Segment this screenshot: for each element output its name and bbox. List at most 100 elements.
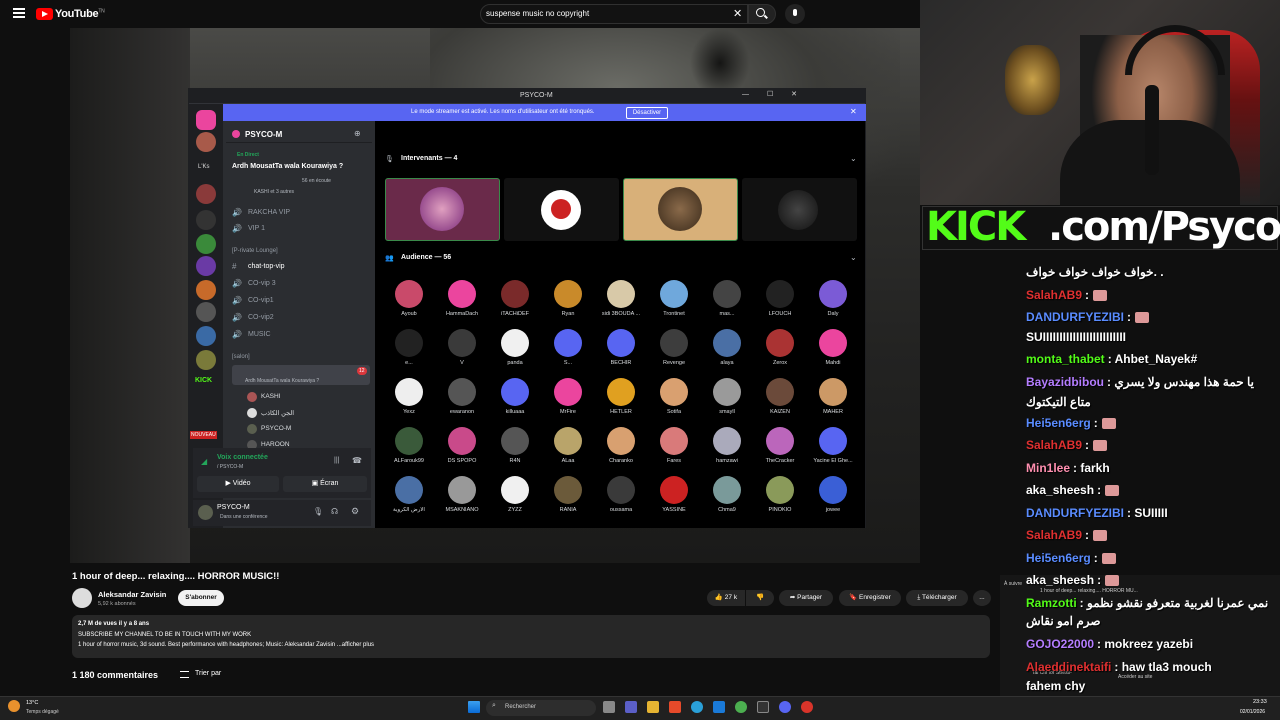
teams-icon[interactable] [625, 701, 637, 713]
audience-member[interactable]: smayll [702, 378, 752, 415]
server-icon-new[interactable]: NOUVEAU [190, 431, 217, 439]
stage-member-name[interactable]: PSYCO-M [261, 425, 291, 432]
channel-item[interactable]: [salon] [232, 354, 250, 360]
audience-member[interactable]: Sotifa [649, 378, 699, 415]
taskbar-search-placeholder[interactable]: Rechercher [505, 704, 536, 710]
mute-icon[interactable]: 🎙 [313, 507, 323, 516]
more-actions-button[interactable]: ... [973, 590, 991, 606]
audience-member[interactable]: panda [490, 329, 540, 366]
server-icon-kick[interactable]: KICK [195, 377, 212, 384]
audience-member[interactable]: ALFarouk99 [384, 427, 434, 464]
server-icon-1[interactable] [196, 132, 216, 152]
dislike-button[interactable]: 👎 [746, 590, 774, 606]
audience-member[interactable]: alaya [702, 329, 752, 366]
audience-member[interactable]: ALaa [543, 427, 593, 464]
audience-member[interactable]: Trontinet [649, 280, 699, 317]
audience-member[interactable]: Yexz [384, 378, 434, 415]
channel-item[interactable]: RAKCHA VIP [248, 209, 290, 216]
clock-time[interactable]: 23:33 [1253, 699, 1267, 705]
audience-member[interactable]: oussama [596, 476, 646, 513]
obs-icon[interactable] [757, 701, 769, 713]
channel-item[interactable]: CO-vip2 [248, 314, 274, 321]
rec-item-title[interactable]: 1 hour of deep... relaxing.... HORROR MU… [1040, 588, 1138, 594]
audience-member[interactable]: DS SPOPO [437, 427, 487, 464]
channel-avatar[interactable] [72, 588, 92, 608]
audience-member[interactable]: PINOKIO [755, 476, 805, 513]
search-input-value[interactable]: suspense music no copyright [486, 9, 589, 18]
app-icon-red[interactable] [801, 701, 813, 713]
audience-member[interactable]: Zerox [755, 329, 805, 366]
save-button[interactable]: 🔖 Enregistrer [839, 590, 901, 606]
audience-member[interactable]: Revenge [649, 329, 699, 366]
voice-connected-label[interactable]: Voix connectée [217, 454, 268, 461]
task-view-icon[interactable] [603, 701, 615, 713]
audience-member[interactable]: R4N [490, 427, 540, 464]
server-icon-2[interactable] [196, 184, 216, 204]
audience-member[interactable]: الأرض الكروية [384, 476, 434, 513]
user-name[interactable]: PSYCO-M [217, 504, 250, 511]
server-icon-3[interactable] [196, 210, 216, 230]
audience-member[interactable]: e... [384, 329, 434, 366]
audience-member[interactable]: HETLER [596, 378, 646, 415]
discord-icon[interactable] [779, 701, 791, 713]
audience-member[interactable]: S... [543, 329, 593, 366]
description-line-2[interactable]: 1 hour of horror music, 3d sound. Best p… [78, 642, 374, 648]
audience-member[interactable]: ewaranon [437, 378, 487, 415]
channel-item[interactable]: MUSIC [248, 331, 271, 338]
channel-item[interactable]: VIP 1 [248, 225, 265, 232]
audience-member[interactable]: BECHIR [596, 329, 646, 366]
window-controls[interactable]: — ☐ ✕ [742, 90, 805, 98]
channel-item[interactable]: CO-vip1 [248, 297, 274, 304]
server-icon-6[interactable] [196, 280, 216, 300]
share-button[interactable]: ➦ Partager [779, 590, 833, 606]
settings-gear-icon[interactable]: ⚙ [351, 506, 359, 517]
audience-member[interactable]: Daly [808, 280, 858, 317]
channel-item[interactable]: CO-vip 3 [248, 280, 276, 287]
stage-member-name[interactable]: KASHI [261, 393, 281, 400]
audience-member[interactable]: hamzawi [702, 427, 752, 464]
audience-member[interactable]: mas... [702, 280, 752, 317]
audience-member[interactable]: V [437, 329, 487, 366]
deactivate-button[interactable]: Désactiver [626, 107, 668, 119]
speakers-label[interactable]: Intervenants — 4 [401, 155, 457, 162]
search-icon[interactable] [756, 8, 765, 17]
channel-name[interactable]: Aleksandar Zavisin [98, 590, 166, 599]
stage-member-name[interactable]: HAROON [261, 441, 290, 448]
user-avatar[interactable] [198, 505, 213, 520]
windows-start-icon[interactable] [468, 701, 480, 713]
sort-button[interactable]: Trier par [195, 670, 221, 677]
server-icon-5[interactable] [196, 256, 216, 276]
channel-item[interactable]: [P-rivate Lounge] [232, 248, 278, 254]
screen-share-button[interactable]: ▣ Écran [283, 476, 367, 492]
file-explorer-icon[interactable] [647, 701, 659, 713]
subscribe-button[interactable]: S'abonner [178, 590, 224, 606]
audience-member[interactable]: ZYZZ [490, 476, 540, 513]
audience-member[interactable]: sidi 3BOUDA ... [596, 280, 646, 317]
server-icon-8[interactable] [196, 326, 216, 346]
youtube-logo-icon[interactable] [36, 8, 53, 20]
server-icon-7[interactable] [196, 302, 216, 322]
audience-member[interactable]: HammaDach [437, 280, 487, 317]
audience-member[interactable]: Mahdi [808, 329, 858, 366]
audience-member[interactable]: YASSINE [649, 476, 699, 513]
microphone-icon[interactable] [785, 4, 805, 24]
audience-member[interactable]: MrFire [543, 378, 593, 415]
noise-suppression-icon[interactable]: ||| [334, 457, 339, 464]
audience-member[interactable]: TheCracker [755, 427, 805, 464]
collapse-speakers-icon[interactable]: ⌄ [850, 154, 857, 163]
audience-member[interactable]: KAIZEN [755, 378, 805, 415]
server-icon-home[interactable] [196, 110, 216, 130]
audience-member[interactable]: Ayoub [384, 280, 434, 317]
server-icon-9[interactable] [196, 350, 216, 370]
video-button[interactable]: ▶ Vidéo [197, 476, 279, 492]
audience-member[interactable]: MSAKNIANO [437, 476, 487, 513]
audience-member[interactable]: Fares [649, 427, 699, 464]
deafen-icon[interactable]: ☊ [331, 507, 338, 516]
audience-member[interactable]: LFOUCH [755, 280, 805, 317]
youtube-logo-text[interactable]: YouTubeTN [55, 8, 105, 20]
like-button[interactable]: 👍 27 k [707, 590, 745, 606]
add-member-icon[interactable]: ⊕ [354, 129, 361, 138]
close-banner-icon[interactable]: ✕ [850, 107, 857, 116]
taskbar-search[interactable] [486, 700, 596, 716]
audience-member[interactable]: MAHER [808, 378, 858, 415]
